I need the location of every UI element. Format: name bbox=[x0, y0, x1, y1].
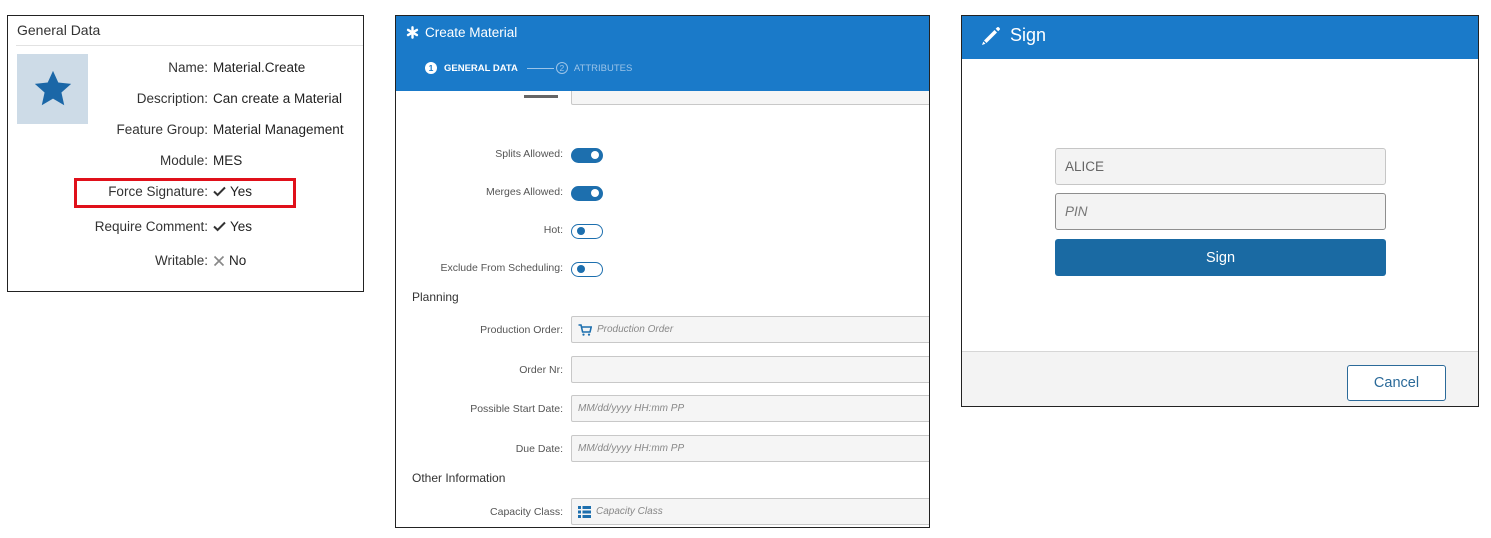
cart-icon bbox=[578, 323, 592, 336]
wizard-header: Create Material 1 GENERAL DATA 2 ATTRIBU… bbox=[396, 16, 929, 91]
sign-dialog-title: Sign bbox=[981, 25, 1046, 46]
row-value: Can create a Material bbox=[213, 91, 342, 106]
row-value: MES bbox=[213, 153, 242, 168]
row-value-text: Can create a Material bbox=[213, 91, 343, 106]
row-label: Module: bbox=[159, 153, 208, 168]
clipped-row bbox=[158, 285, 258, 291]
cancel-button[interactable]: Cancel bbox=[1347, 365, 1446, 401]
general-data-panel: General Data Name: Material.Create Descr… bbox=[7, 15, 364, 292]
due-date-label: Due Date: bbox=[515, 443, 563, 455]
exclude-scheduling-toggle[interactable] bbox=[571, 262, 603, 277]
step-2-number[interactable]: 2 bbox=[555, 62, 568, 74]
toggle-label-splits: Splits Allowed: bbox=[495, 148, 563, 160]
highlight-box bbox=[74, 178, 296, 208]
divider bbox=[16, 45, 363, 46]
row-feature-group: Feature Group: Material Management bbox=[8, 122, 363, 142]
section-other-information: Other Information bbox=[412, 471, 506, 485]
sign-dialog-title-text: Sign bbox=[1010, 25, 1047, 45]
due-date-placeholder: MM/dd/yyyy HH:mm PP bbox=[578, 443, 685, 454]
wizard-body: Splits Allowed: Merges Allowed: Hot: Exc… bbox=[396, 91, 929, 527]
row-label: Require Comment: bbox=[94, 219, 208, 234]
row-label: Description: bbox=[136, 91, 208, 106]
username-value: ALICE bbox=[1065, 159, 1105, 174]
row-value-text: Yes bbox=[230, 219, 253, 234]
splits-allowed-toggle[interactable] bbox=[571, 148, 603, 163]
production-order-placeholder: Production Order bbox=[597, 324, 674, 335]
order-nr-label: Order Nr: bbox=[519, 364, 563, 376]
possible-start-date-placeholder: MM/dd/yyyy HH:mm PP bbox=[578, 403, 685, 414]
asterisk-icon bbox=[406, 26, 419, 39]
row-label: Writable: bbox=[154, 253, 208, 268]
production-order-input[interactable]: Production Order bbox=[571, 316, 929, 343]
step-2-label[interactable]: ATTRIBUTES bbox=[574, 63, 632, 74]
username-field[interactable]: ALICE bbox=[1055, 148, 1386, 185]
row-label: Feature Group: bbox=[116, 122, 208, 137]
check-icon bbox=[213, 221, 226, 232]
sign-button[interactable]: Sign bbox=[1055, 239, 1386, 276]
order-nr-input[interactable] bbox=[571, 356, 929, 383]
priority-field-clipped[interactable] bbox=[571, 91, 929, 105]
possible-start-date-label: Possible Start Date: bbox=[470, 403, 563, 415]
wizard-title: Create Material bbox=[406, 25, 517, 40]
possible-start-date-input[interactable]: MM/dd/yyyy HH:mm PP bbox=[571, 395, 929, 422]
row-description: Description: Can create a Material bbox=[8, 91, 363, 111]
row-value-text: No bbox=[229, 253, 247, 268]
section-planning: Planning bbox=[412, 290, 459, 304]
row-value-text: Material.Create bbox=[213, 60, 306, 75]
row-value: No bbox=[213, 253, 246, 268]
merges-allowed-toggle[interactable] bbox=[571, 186, 603, 201]
sign-dialog: Sign ALICE PIN Sign Cancel bbox=[961, 15, 1479, 407]
hot-toggle[interactable] bbox=[571, 224, 603, 239]
row-require-comment: Require Comment: Yes bbox=[8, 219, 363, 239]
sign-dialog-header: Sign bbox=[962, 16, 1478, 59]
due-date-input[interactable]: MM/dd/yyyy HH:mm PP bbox=[571, 435, 929, 462]
wizard-title-text: Create Material bbox=[425, 25, 518, 40]
row-label: Name: bbox=[168, 60, 208, 75]
capacity-class-input[interactable]: Capacity Class bbox=[571, 498, 929, 525]
sign-dialog-footer: Cancel bbox=[962, 351, 1478, 406]
row-value: Material.Create bbox=[213, 60, 305, 75]
sign-button-label: Sign bbox=[1205, 249, 1236, 266]
toggle-label-hot: Hot: bbox=[543, 224, 563, 236]
step-connector bbox=[526, 67, 554, 69]
priority-label-clipped bbox=[524, 95, 558, 98]
pin-field[interactable]: PIN bbox=[1055, 193, 1386, 230]
row-value: Material Management bbox=[213, 122, 344, 137]
create-material-panel: Create Material 1 GENERAL DATA 2 ATTRIBU… bbox=[395, 15, 930, 528]
step-1-label[interactable]: GENERAL DATA bbox=[444, 63, 518, 74]
row-value-text: Material Management bbox=[213, 122, 344, 137]
step-1-number[interactable]: 1 bbox=[425, 62, 437, 74]
toggle-label-merges: Merges Allowed: bbox=[485, 186, 563, 198]
row-name: Name: Material.Create bbox=[8, 60, 363, 80]
row-value: Yes bbox=[213, 219, 252, 234]
wizard-steps: 1 GENERAL DATA 2 ATTRIBUTES bbox=[425, 62, 632, 74]
capacity-class-label: Capacity Class: bbox=[490, 506, 563, 518]
pin-placeholder: PIN bbox=[1065, 204, 1088, 219]
production-order-label: Production Order: bbox=[480, 324, 563, 336]
list-icon bbox=[578, 505, 591, 518]
toggle-label-exclude-scheduling: Exclude From Scheduling: bbox=[440, 262, 563, 274]
panel-title: General Data bbox=[17, 22, 101, 38]
cross-icon bbox=[213, 255, 225, 266]
pencil-icon bbox=[982, 26, 1001, 45]
row-writable: Writable: No bbox=[8, 253, 363, 273]
row-value-text: MES bbox=[213, 153, 243, 168]
cancel-button-label: Cancel bbox=[1373, 375, 1420, 391]
capacity-class-placeholder: Capacity Class bbox=[596, 506, 663, 517]
row-module: Module: MES bbox=[8, 153, 363, 173]
